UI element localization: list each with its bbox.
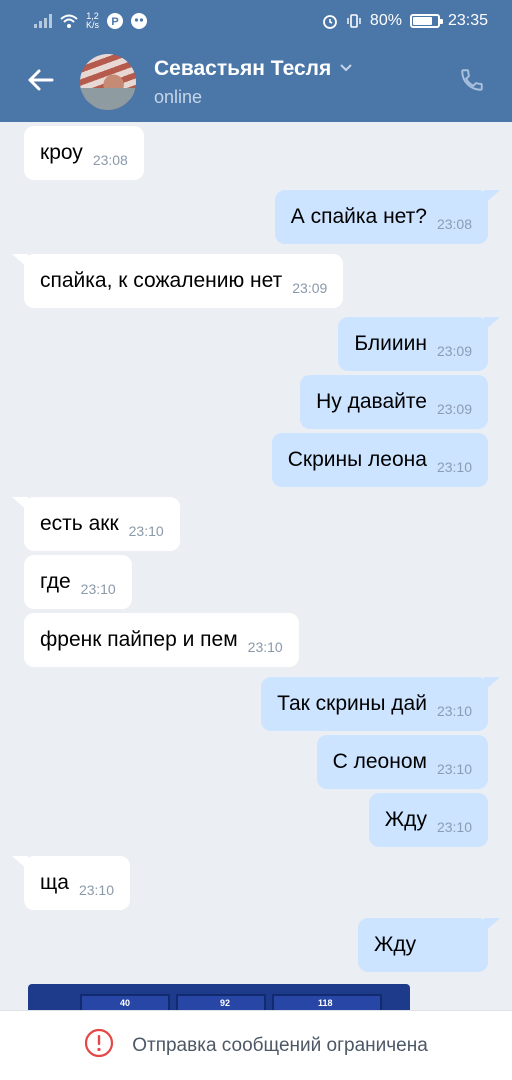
message-text: Скрины леона <box>287 448 427 471</box>
message-time: 23:09 <box>292 280 328 296</box>
bubble-tail <box>484 317 500 331</box>
message-time: 23:10 <box>78 882 115 898</box>
call-button[interactable] <box>432 42 512 122</box>
back-button[interactable] <box>0 42 80 122</box>
status-bar: 1,2 K/s P 80% 23:35 <box>0 0 512 42</box>
phone-icon <box>459 67 485 98</box>
photo-value: 40 <box>120 998 131 1008</box>
message-outgoing[interactable]: Так скрины дай 23:10 <box>261 677 500 731</box>
message-time: 23:09 <box>436 343 472 359</box>
clock: 23:35 <box>447 12 488 29</box>
message-text: френк пайпер и пем <box>40 628 238 651</box>
contact-status: online <box>154 86 203 107</box>
wifi-icon <box>60 14 78 28</box>
message-incoming[interactable]: где 23:10 <box>24 555 132 609</box>
message-text: Жду <box>374 933 417 956</box>
message-outgoing[interactable]: Блииин 23:09 <box>338 317 500 371</box>
bubble-tail <box>12 497 28 511</box>
contact-name: Севастьян Тесля <box>154 56 332 80</box>
back-arrow-icon <box>26 68 54 97</box>
network-speed: 1,2 K/s <box>86 12 99 30</box>
message-text: А спайка нет? <box>290 205 427 228</box>
bubble-tail <box>484 677 500 691</box>
message-time: 23:10 <box>436 703 472 719</box>
message-outgoing[interactable]: С леоном 23:10 <box>316 735 488 789</box>
app-p-icon: P <box>107 13 124 29</box>
message-incoming[interactable]: спайка, к сожалению нет 23:09 <box>12 254 344 308</box>
restriction-text: Отправка сообщений ограничена <box>132 1034 428 1056</box>
message-outgoing[interactable]: Скрины леона 23:10 <box>271 433 488 487</box>
message-text: спайка, к сожалению нет <box>40 269 283 292</box>
message-text: Так скрины дай <box>277 692 427 715</box>
bubble-tail <box>484 918 500 932</box>
bubble-tail <box>12 856 28 870</box>
message-incoming[interactable]: кроу 23:08 <box>24 126 144 180</box>
message-text: ща <box>40 871 69 894</box>
message-time: 23:08 <box>436 216 472 232</box>
message-text: С леоном <box>332 750 427 773</box>
messaging-restricted-bar: Отправка сообщений ограничена <box>0 1010 512 1080</box>
message-time: 23:09 <box>436 401 472 417</box>
message-time: 23:10 <box>247 639 283 655</box>
message-incoming[interactable]: френк пайпер и пем 23:10 <box>24 613 299 667</box>
message-text: есть акк <box>40 512 119 535</box>
message-outgoing[interactable]: Жду 23:10 <box>368 793 488 847</box>
image-message-preview[interactable]: 40 92 118 <box>28 984 410 1010</box>
message-text: Ну давайте <box>316 390 427 413</box>
message-outgoing[interactable]: Жду <box>358 918 500 972</box>
photo-value: 92 <box>220 998 231 1008</box>
message-text: кроу <box>40 141 83 164</box>
photo-value: 118 <box>318 998 333 1008</box>
bubble-tail <box>484 190 500 204</box>
chevron-down-icon <box>339 60 353 78</box>
status-left: 1,2 K/s P <box>34 12 148 30</box>
message-time: 23:10 <box>128 523 164 539</box>
battery-fill <box>412 17 433 25</box>
message-time: 23:10 <box>80 581 116 597</box>
contact-info[interactable]: Севастьян Тесля online <box>154 57 432 108</box>
message-incoming[interactable]: ща 23:10 <box>12 856 131 910</box>
message-text: где <box>40 570 71 593</box>
bubble-tail <box>12 254 28 268</box>
message-outgoing[interactable]: А спайка нет? 23:08 <box>274 190 500 244</box>
battery-icon <box>409 14 443 28</box>
message-incoming[interactable]: есть акк 23:10 <box>12 497 180 551</box>
battery-percent: 80% <box>369 12 402 29</box>
app-face-icon <box>131 13 148 29</box>
message-time: 23:10 <box>436 761 472 777</box>
status-right: 80% 23:35 <box>322 12 488 30</box>
message-text: Жду <box>384 808 427 831</box>
network-speed-unit: K/s <box>86 20 100 30</box>
warning-icon <box>84 1028 114 1063</box>
message-outgoing[interactable]: Ну давайте 23:09 <box>300 375 488 429</box>
message-time: 23:08 <box>92 152 128 168</box>
avatar[interactable] <box>80 54 136 110</box>
svg-text:P: P <box>111 16 118 28</box>
chat-header: Севастьян Тесля online <box>0 42 512 122</box>
vibrate-icon <box>346 13 362 29</box>
alarm-icon <box>322 13 338 29</box>
message-text: Блииин <box>354 332 427 355</box>
message-list[interactable]: кроу 23:08 А спайка нет? 23:08 спайка, к… <box>0 122 512 1010</box>
message-time: 23:10 <box>436 819 472 835</box>
message-time: 23:10 <box>436 459 472 475</box>
signal-icon <box>34 14 52 28</box>
